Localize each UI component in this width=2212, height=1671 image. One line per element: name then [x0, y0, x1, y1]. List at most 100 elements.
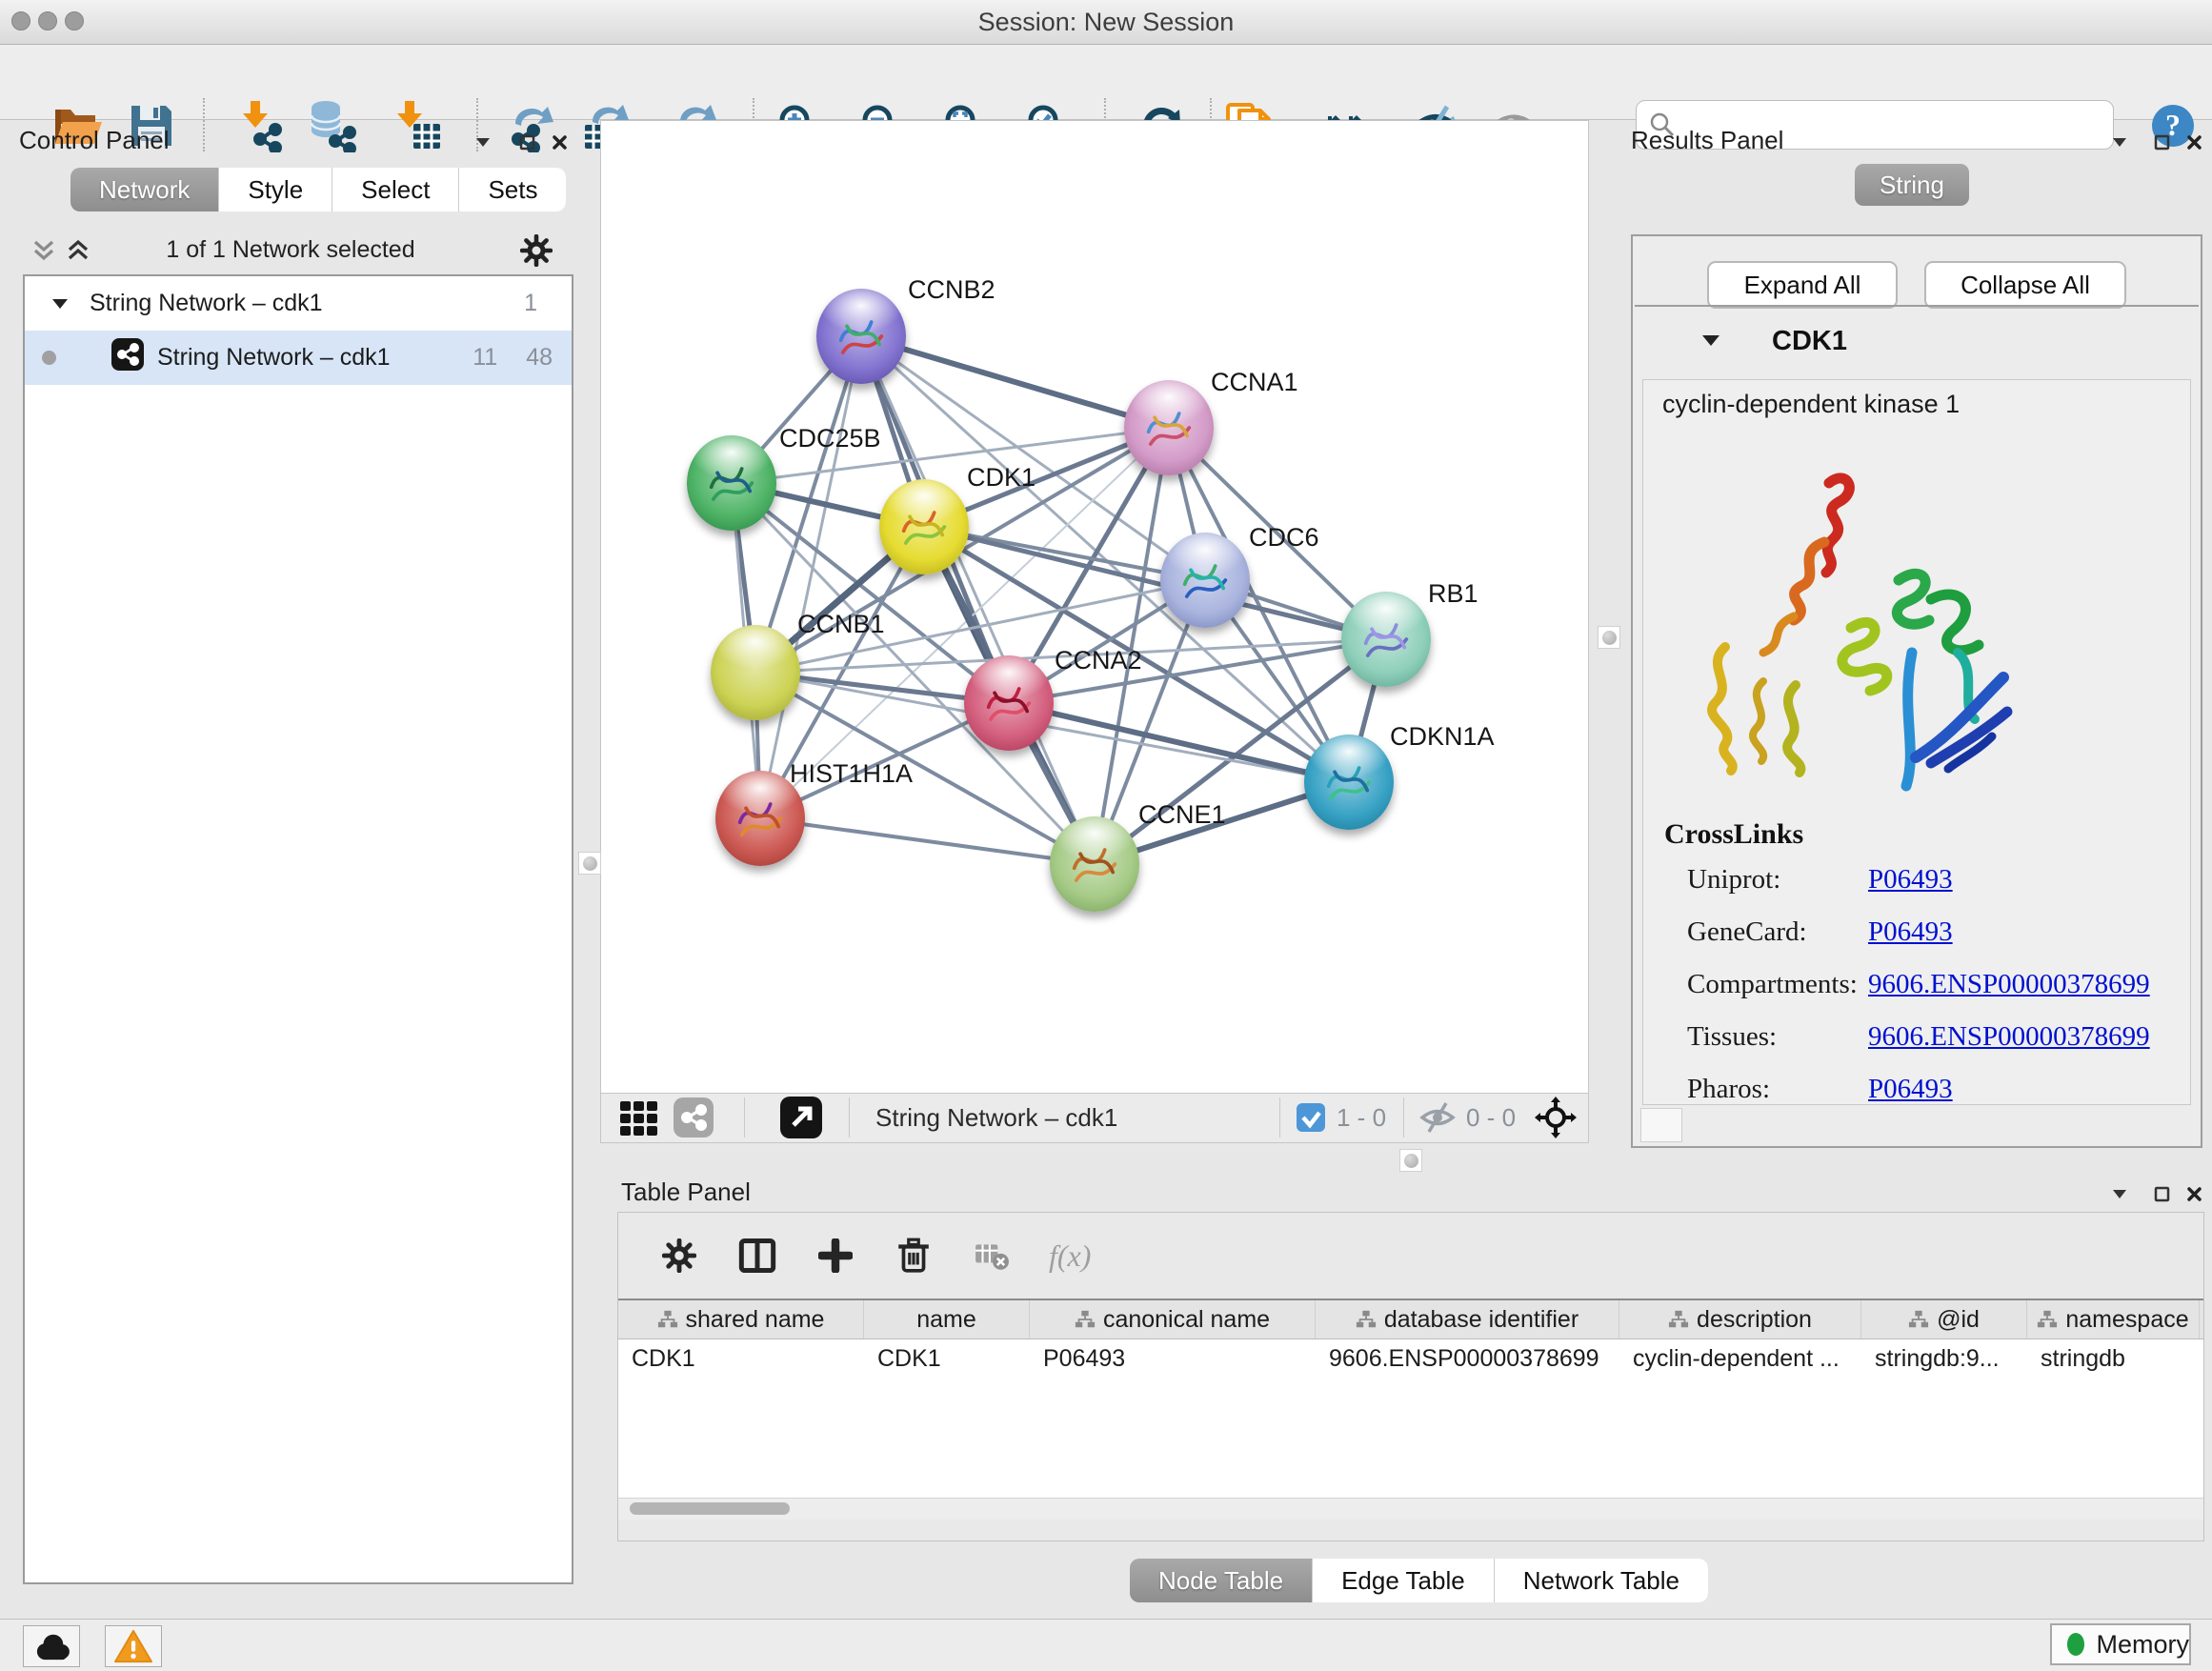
protein-details: cyclin-dependent kinase 1 [1642, 379, 2191, 1105]
panel-maximize-icon[interactable] [2145, 1179, 2178, 1208]
column-header-database-identifier[interactable]: database identifier [1316, 1300, 1619, 1339]
string-results-box: Expand All Collapse All CDK1 cyclin-depe… [1631, 234, 2202, 1148]
memory-button[interactable]: Memory [2050, 1623, 2191, 1665]
tab-sets[interactable]: Sets [458, 168, 566, 211]
crosslink-link[interactable]: P06493 [1868, 864, 1953, 896]
panel-float-icon[interactable] [2103, 128, 2136, 156]
share-network-icon[interactable] [674, 1094, 714, 1141]
table-cell[interactable]: P06493 [1030, 1339, 1316, 1378]
columns-icon[interactable] [736, 1235, 778, 1277]
shared-column-icon [1075, 1309, 1096, 1330]
grid-icon[interactable] [618, 1094, 658, 1141]
tab-string[interactable]: String [1855, 164, 1969, 206]
memory-status-dot [2067, 1633, 2084, 1656]
gear-icon[interactable] [658, 1235, 700, 1277]
network-row[interactable]: String Network – cdk1 11 48 [25, 331, 572, 385]
horizontal-scrollbar[interactable] [618, 1498, 2203, 1520]
selected-checkbox[interactable] [1297, 1094, 1325, 1141]
network-node-CDK1[interactable] [879, 479, 969, 574]
table-cell[interactable]: CDK1 [864, 1339, 1030, 1378]
scrollbar-thumb[interactable] [630, 1502, 790, 1515]
table-panel-content: f(x) shared namenamecanonical namedataba… [617, 1212, 2204, 1541]
shared-column-icon [1668, 1309, 1689, 1330]
table-cell[interactable]: cyclin-dependent ... [1619, 1339, 1861, 1378]
control-panel: Control Panel NetworkStyleSelectSets 1 o… [8, 120, 573, 1620]
crosslink-row: Pharos:P06493 [1687, 1074, 2177, 1105]
network-node-CCNB1[interactable] [711, 625, 800, 720]
column-header-@id[interactable]: @id [1861, 1300, 2027, 1339]
network-edge-CCNB2-CCNA1[interactable] [861, 336, 1169, 428]
left-splitter-handle[interactable] [578, 852, 601, 875]
cloud-icon[interactable] [23, 1625, 80, 1667]
protein-ribbon-icon [1064, 834, 1125, 895]
tab-edge-table[interactable]: Edge Table [1312, 1559, 1494, 1602]
protein-section-header[interactable]: CDK1 [1635, 307, 2199, 377]
column-header-description[interactable]: description [1619, 1300, 1861, 1339]
crosslink-link[interactable]: P06493 [1868, 916, 1953, 948]
panel-close-icon[interactable] [2178, 128, 2210, 156]
panel-float-icon[interactable] [467, 128, 499, 156]
network-node-RB1[interactable] [1341, 592, 1431, 687]
hidden-eye-icon[interactable] [1418, 1094, 1458, 1141]
right-splitter-handle[interactable] [1598, 626, 1620, 649]
table-cell[interactable]: CDK1 [618, 1339, 864, 1378]
network-collection-row[interactable]: String Network – cdk1 1 [25, 276, 572, 331]
add-column-icon[interactable] [814, 1235, 856, 1277]
delete-table-icon [971, 1235, 1013, 1277]
warning-icon[interactable] [105, 1625, 162, 1667]
network-node-CCNB2[interactable] [816, 289, 906, 384]
bottom-splitter-handle[interactable] [1399, 1149, 1422, 1172]
collapse-all-button[interactable]: Collapse All [1924, 261, 2126, 309]
tab-network-table[interactable]: Network Table [1494, 1559, 1708, 1602]
crosslink-link[interactable]: P06493 [1868, 1074, 1953, 1105]
toolbar-separator [744, 1097, 745, 1137]
node-label-HIST1H1A: HIST1H1A [790, 759, 913, 789]
panel-close-icon[interactable] [543, 128, 575, 156]
shared-column-icon [2037, 1309, 2058, 1330]
shared-column-icon [1908, 1309, 1929, 1330]
tab-network[interactable]: Network [70, 168, 218, 211]
crosslink-link[interactable]: 9606.ENSP00000378699 [1868, 969, 2150, 1000]
table-cell[interactable]: 9606.ENSP00000378699 [1316, 1339, 1619, 1378]
panel-float-icon[interactable] [2103, 1179, 2136, 1208]
network-node-CDC25B[interactable] [687, 435, 776, 531]
expand-all-button[interactable]: Expand All [1707, 261, 1898, 309]
network-node-CDKN1A[interactable] [1304, 735, 1394, 830]
collection-count: 1 [524, 290, 537, 317]
network-canvas[interactable]: CCNB2CCNA1CDC25BCDK1CDC6RB1CCNB1CCNA2CDK… [600, 120, 1589, 1094]
table-header-row: shared namename canonical name database id… [618, 1300, 2203, 1339]
column-header-name[interactable]: name [864, 1300, 1030, 1339]
open-in-window-icon[interactable] [780, 1094, 822, 1141]
crosshair-icon[interactable] [1535, 1094, 1577, 1141]
panel-maximize-icon[interactable] [2145, 128, 2178, 156]
tab-node-table[interactable]: Node Table [1130, 1559, 1312, 1602]
disclosure-triangle-icon[interactable] [1701, 333, 1720, 352]
disclosure-triangle-icon[interactable] [51, 290, 69, 317]
table-row[interactable]: CDK1CDK1P064939606.ENSP00000378699cyclin… [618, 1339, 2203, 1378]
network-node-CCNA2[interactable] [964, 655, 1054, 751]
table-cell[interactable]: stringdb:9... [1861, 1339, 2027, 1378]
column-header-canonical-name[interactable]: canonical name [1030, 1300, 1316, 1339]
column-label: canonical name [1103, 1306, 1270, 1334]
network-node-CCNA1[interactable] [1124, 380, 1214, 475]
panel-close-icon[interactable] [2178, 1179, 2210, 1208]
network-node-CCNE1[interactable] [1050, 816, 1139, 912]
tab-select[interactable]: Select [332, 168, 458, 211]
control-panel-title: Control Panel [19, 126, 170, 155]
delete-icon[interactable] [893, 1235, 935, 1277]
gear-icon[interactable] [520, 234, 553, 272]
network-edge-CCNB2-HIST1H1A[interactable] [760, 336, 861, 818]
network-edge-CCNA2-CDKN1A[interactable] [1009, 703, 1349, 782]
crosslink-label: Tissues: [1687, 1021, 1868, 1053]
panel-maximize-icon[interactable] [511, 128, 543, 156]
column-header-shared-name[interactable]: shared name [618, 1300, 864, 1339]
network-edge-HIST1H1A-CCNE1[interactable] [760, 818, 1095, 864]
scrollbar-corner [1640, 1108, 1682, 1142]
table-cell[interactable]: stringdb [2027, 1339, 2200, 1378]
tab-style[interactable]: Style [218, 168, 332, 211]
protein-ribbon-icon [978, 673, 1039, 734]
protein-ribbon-icon [1138, 397, 1199, 458]
crosslink-link[interactable]: 9606.ENSP00000378699 [1868, 1021, 2150, 1053]
network-node-CDC6[interactable] [1160, 533, 1250, 628]
column-header-namespace[interactable]: namespace [2027, 1300, 2200, 1339]
